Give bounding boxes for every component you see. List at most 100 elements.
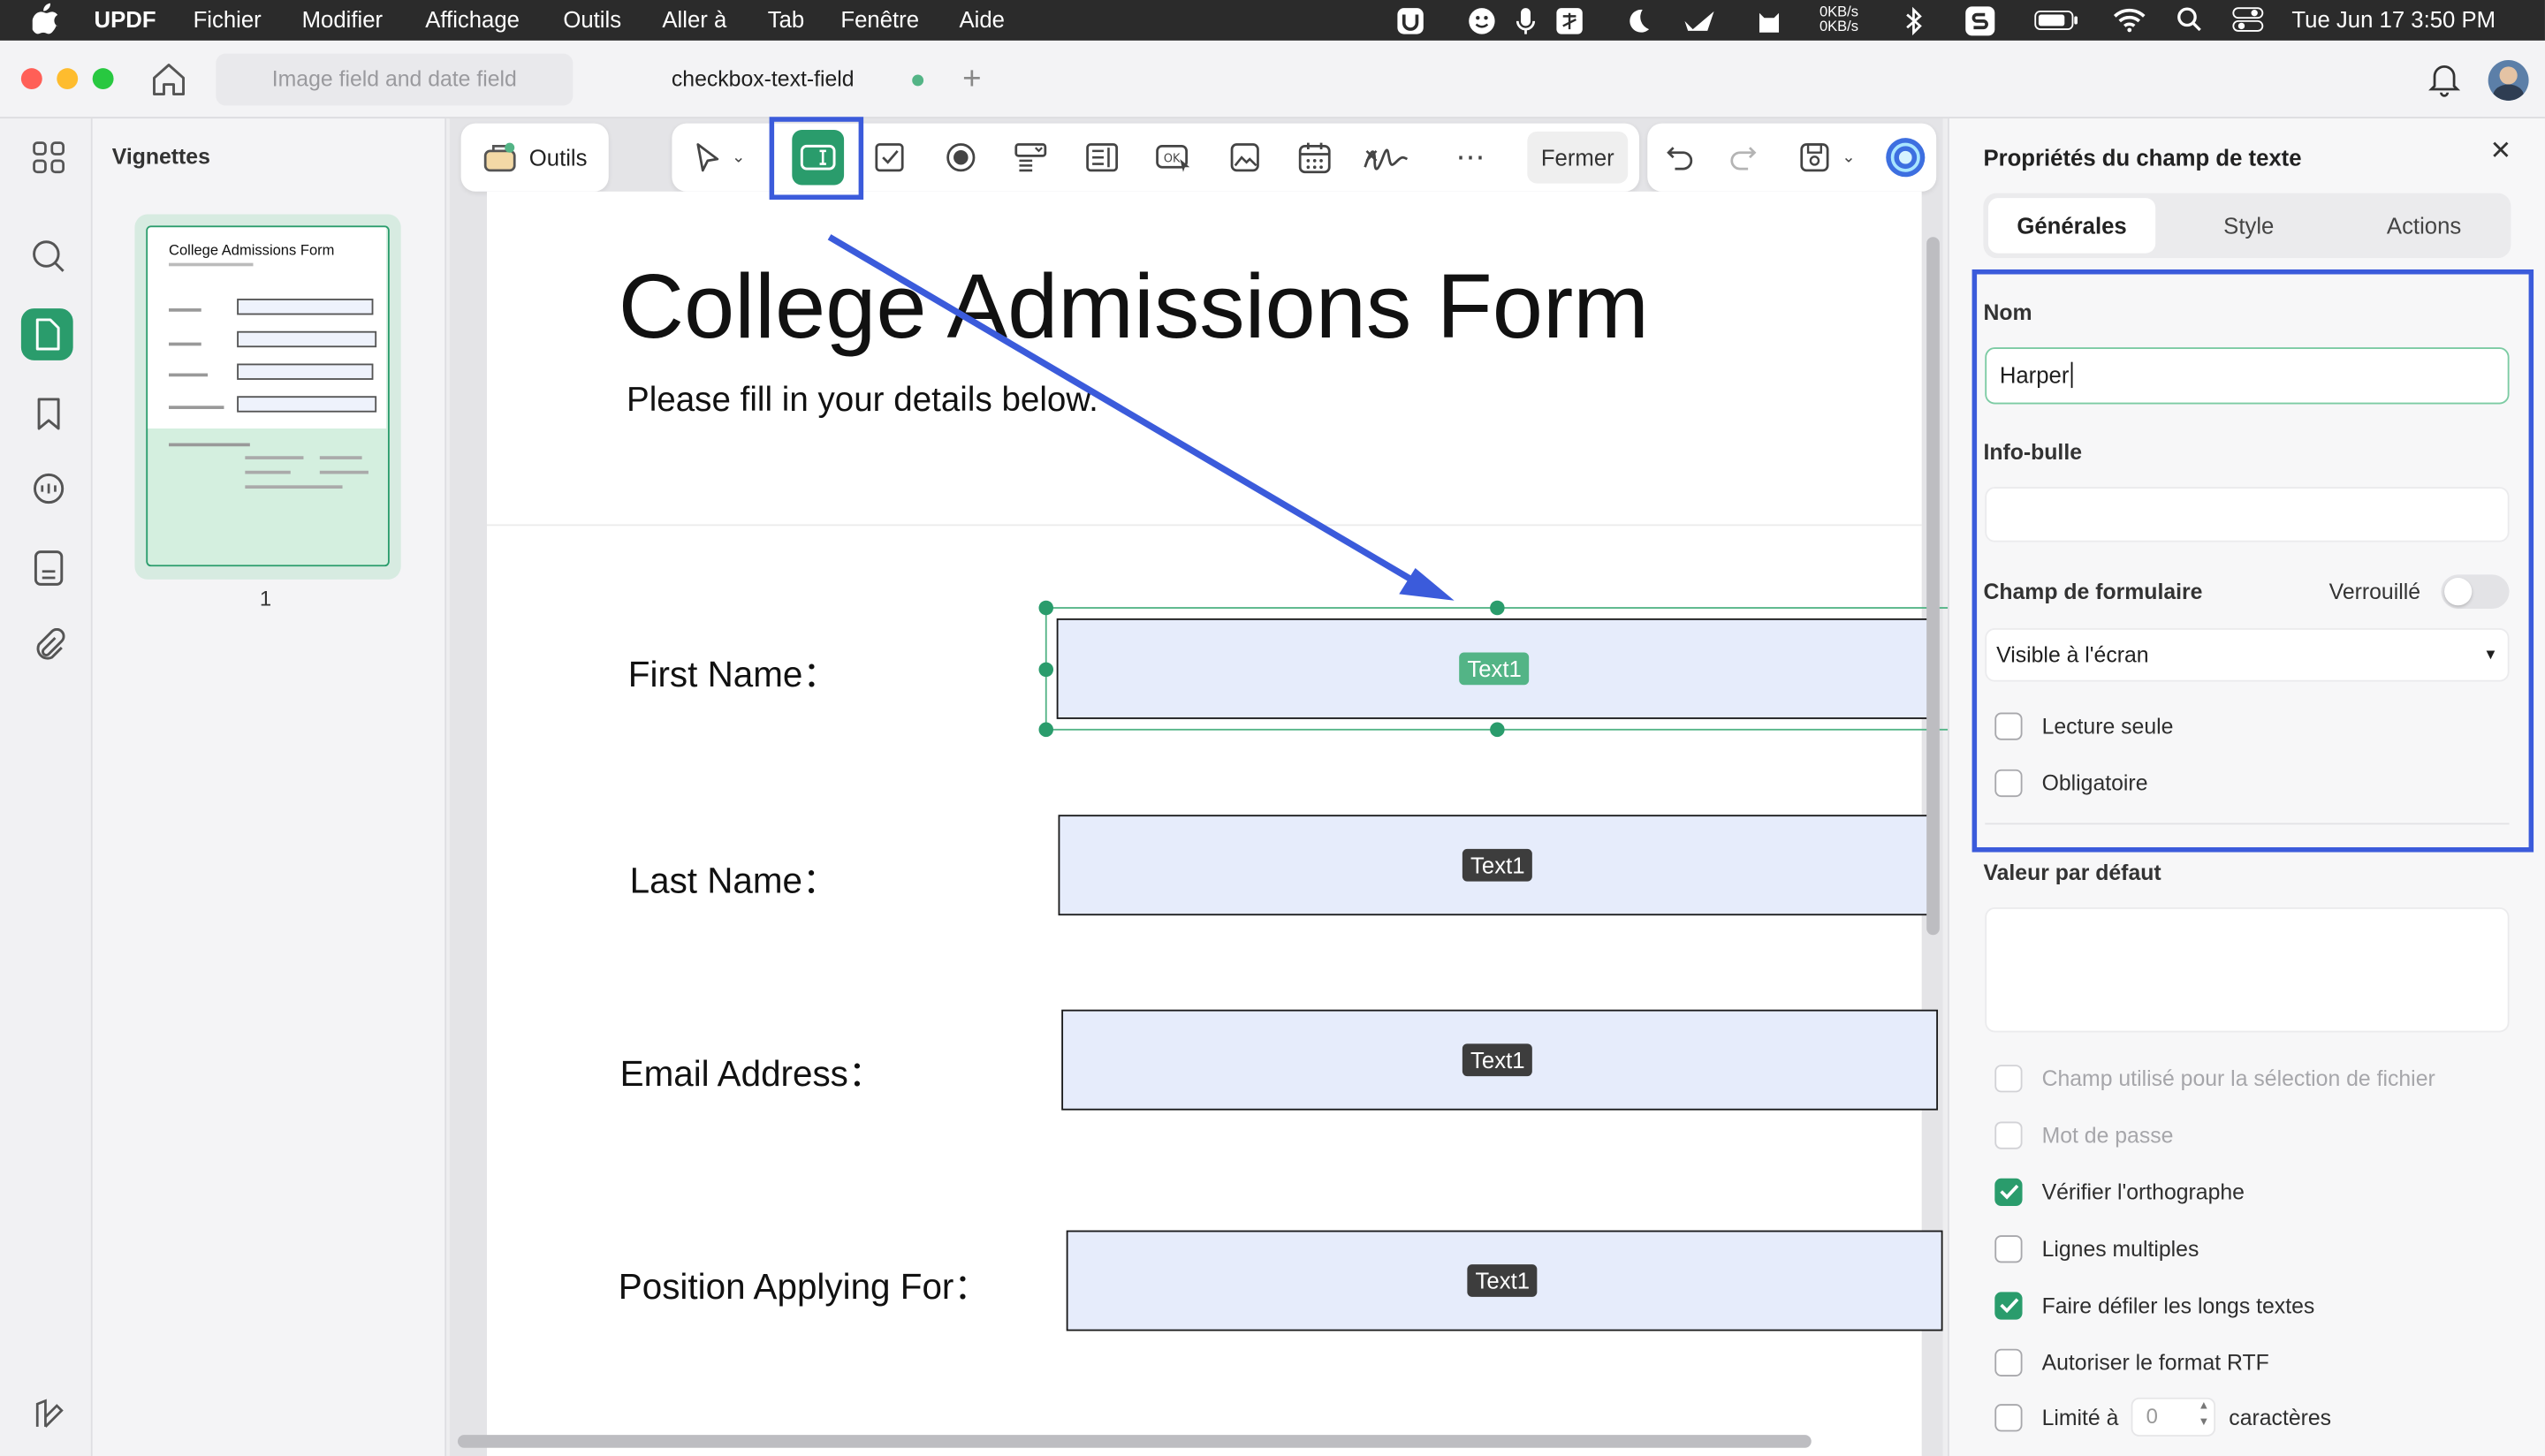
input-method-icon[interactable] [1555, 6, 1584, 35]
avatar[interactable] [2488, 59, 2529, 101]
multiline-checkbox[interactable]: Lignes multiples [1994, 1232, 2199, 1264]
home-icon[interactable] [151, 62, 186, 97]
paperclip-icon[interactable] [25, 622, 73, 671]
new-tab-icon[interactable]: + [962, 62, 981, 99]
close-window-button[interactable] [20, 68, 42, 90]
menu-fenetre[interactable]: Fenêtre [840, 6, 919, 32]
vertical-scrollbar[interactable] [1926, 237, 1940, 936]
bookmark-icon[interactable] [25, 390, 73, 438]
prepare-form-icon[interactable] [20, 308, 73, 360]
horizontal-scrollbar[interactable] [457, 1435, 1812, 1448]
checkbox-box[interactable] [1994, 1120, 2023, 1149]
save-icon[interactable] [1792, 124, 1837, 192]
resize-handle[interactable] [1490, 722, 1505, 738]
signature-tool-icon[interactable] [1360, 124, 1412, 192]
checkbox-box[interactable] [1994, 1403, 2023, 1431]
zoom-window-button[interactable] [92, 68, 114, 90]
annotation-arrow [827, 234, 1455, 601]
list-box-tool-icon[interactable] [1079, 124, 1124, 192]
tools-button[interactable]: Outils [460, 123, 609, 192]
resize-handle[interactable] [1490, 600, 1505, 616]
save-chevron-icon[interactable]: ⌄ [1837, 124, 1860, 192]
undo-icon[interactable] [1657, 124, 1702, 192]
text-field-position[interactable]: Text1 [1066, 1230, 1943, 1331]
more-icon[interactable]: ⋯ [1447, 124, 1493, 192]
menu-aide[interactable]: Aide [959, 6, 1004, 32]
field-tag: Text1 [1467, 1264, 1538, 1297]
image-field-tool-icon[interactable] [1222, 124, 1267, 192]
battery-icon[interactable] [2033, 10, 2078, 31]
dropdown-tool-icon[interactable] [1008, 124, 1053, 192]
checkbox-tool-icon[interactable] [867, 124, 912, 192]
updf-status-icon[interactable] [1396, 6, 1425, 35]
menu-tab[interactable]: Tab [768, 6, 804, 32]
menu-fichier[interactable]: Fichier [194, 6, 262, 32]
highlight-box-properties [1971, 269, 2534, 853]
password-checkbox[interactable]: Mot de passe [1994, 1119, 2173, 1151]
cat-icon[interactable] [1754, 6, 1783, 35]
checkbox-checked-icon[interactable] [1994, 1291, 2023, 1319]
close-form-mode-button[interactable]: Fermer [1527, 131, 1629, 184]
apple-icon[interactable] [32, 3, 58, 34]
minimize-window-button[interactable] [57, 68, 79, 90]
file-select-label: Champ utilisé pour la sélection de fichi… [2041, 1065, 2435, 1090]
spotlight-search-icon[interactable] [2177, 6, 2202, 32]
moon-icon[interactable] [1623, 6, 1652, 35]
limit-checkbox[interactable]: Limité à 0 ▲ ▼ caractères [1994, 1397, 2331, 1437]
menu-app-name[interactable]: UPDF [95, 6, 156, 32]
checkbox-box[interactable] [1994, 1347, 2023, 1376]
menu-outils[interactable]: Outils [563, 6, 621, 32]
select-cursor-icon[interactable] [685, 124, 730, 192]
checkbox-box[interactable] [1994, 1064, 2023, 1092]
thumbnails-title: Vignettes [111, 144, 210, 170]
thumbnail-page-1[interactable]: College Admissions Form [134, 214, 401, 580]
file-select-checkbox[interactable]: Champ utilisé pour la sélection de fichi… [1994, 1062, 2435, 1095]
search-icon[interactable] [25, 232, 73, 281]
spellcheck-label: Vérifier l'orthographe [2041, 1179, 2245, 1204]
selection-frame[interactable] [1045, 607, 1955, 731]
thumbnails-grid-icon[interactable] [25, 133, 73, 182]
scroll-text-checkbox[interactable]: Faire défiler les longs textes [1994, 1289, 2314, 1322]
button-tool-icon[interactable]: OK [1151, 124, 1196, 192]
comment-icon[interactable] [25, 466, 73, 514]
text-field-last-name[interactable]: Text1 [1058, 815, 1935, 916]
multiline-label: Lignes multiples [2041, 1236, 2199, 1261]
clock[interactable]: Tue Jun 17 3:50 PM [2291, 6, 2496, 32]
checkbox-checked-icon[interactable] [1994, 1177, 2023, 1206]
tab-style[interactable]: Style [2165, 198, 2332, 253]
control-center-icon[interactable] [2231, 6, 2264, 32]
wifi-icon[interactable] [2113, 6, 2146, 33]
checkbox-box[interactable] [1994, 1234, 2023, 1263]
emoji-icon[interactable] [1467, 6, 1496, 35]
resize-handle[interactable] [1038, 722, 1054, 738]
notification-bell-icon[interactable] [2428, 62, 2461, 97]
tab-image-field[interactable]: Image field and date field [216, 53, 574, 106]
cloud-app-icon[interactable] [1682, 6, 1717, 35]
menu-bar: UPDF Fichier Modifier Affichage Outils A… [0, 0, 2545, 41]
close-panel-icon[interactable]: ✕ [2489, 134, 2511, 167]
spellcheck-checkbox[interactable]: Vérifier l'orthographe [1994, 1175, 2245, 1208]
tab-checkbox-text-field[interactable]: checkbox-text-field [609, 54, 917, 106]
stepper-arrows-icon[interactable]: ▲ ▼ [2199, 1399, 2210, 1432]
resize-handle[interactable] [1038, 662, 1054, 678]
rtf-checkbox[interactable]: Autoriser le format RTF [1994, 1346, 2269, 1378]
redo-icon[interactable] [1721, 124, 1766, 192]
ai-assistant-icon[interactable] [1883, 124, 1928, 192]
scrivener-icon[interactable] [1964, 5, 1996, 38]
attachment-doc-icon[interactable] [25, 543, 73, 592]
menu-affichage[interactable]: Affichage [425, 6, 520, 32]
microphone-icon[interactable] [1515, 6, 1538, 35]
limit-stepper[interactable]: 0 ▲ ▼ [2131, 1397, 2216, 1437]
tab-actions[interactable]: Actions [2341, 198, 2508, 253]
menu-aller-a[interactable]: Aller à [662, 6, 726, 32]
default-value-input[interactable] [1985, 906, 2510, 1033]
menu-modifier[interactable]: Modifier [302, 6, 383, 32]
chevron-down-icon[interactable]: ⌄ [727, 124, 750, 192]
text-field-email[interactable]: Text1 [1061, 1009, 1939, 1111]
date-field-tool-icon[interactable] [1292, 124, 1337, 192]
field-tag: Text1 [1462, 848, 1533, 882]
sidebar-settings-icon[interactable] [25, 1390, 73, 1438]
bluetooth-icon[interactable] [1903, 6, 1923, 36]
tab-generales[interactable]: Générales [1987, 198, 2156, 254]
radio-button-tool-icon[interactable] [938, 124, 984, 192]
